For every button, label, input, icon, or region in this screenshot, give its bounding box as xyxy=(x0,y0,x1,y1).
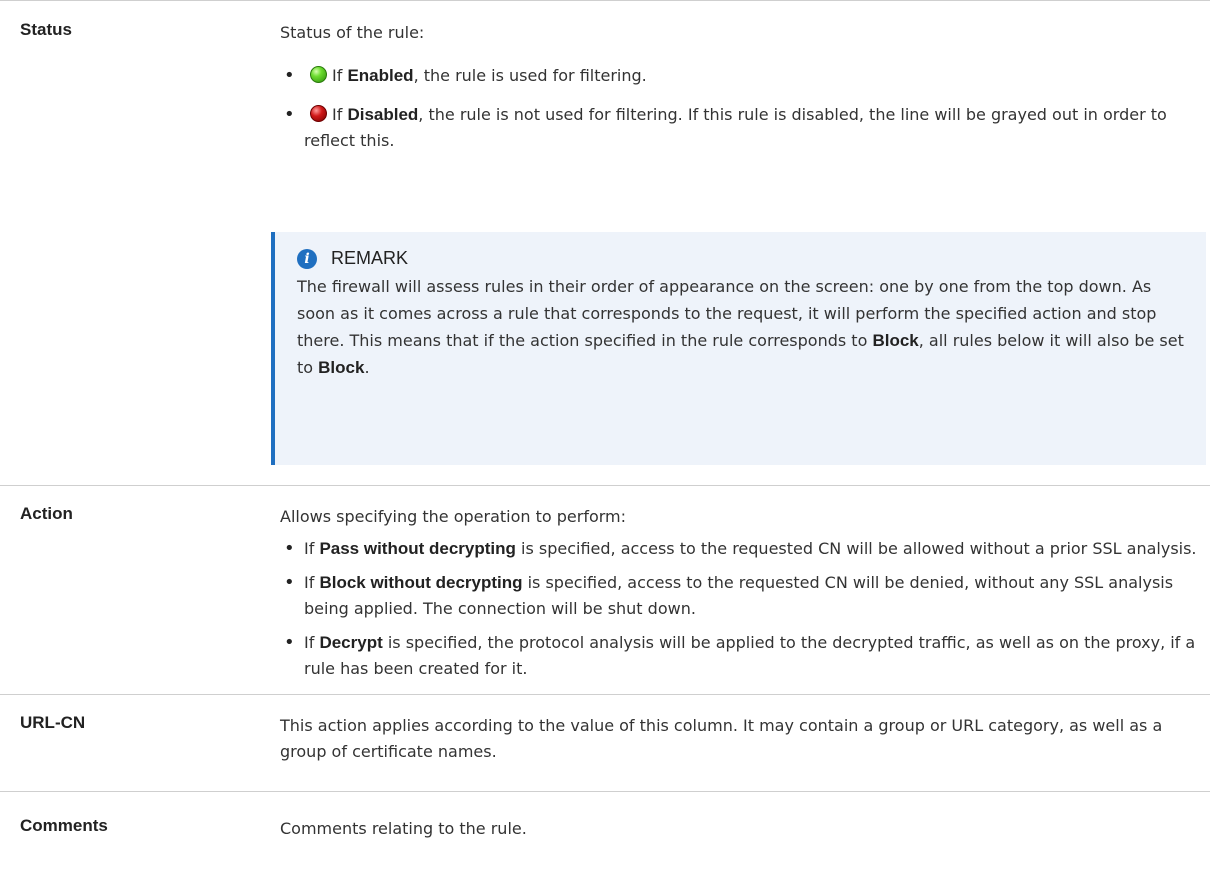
action-bullet-list: If Pass without decrypting is specified,… xyxy=(280,536,1204,682)
desc-comments: Comments relating to the rule. xyxy=(280,816,1204,842)
status-intro: Status of the rule: xyxy=(280,23,425,42)
term-action: Action xyxy=(20,504,73,523)
desc-action: Allows specifying the operation to perfo… xyxy=(280,504,1204,682)
comments-text: Comments relating to the rule. xyxy=(280,819,527,838)
action-bullet-block: If Block without decrypting is specified… xyxy=(280,570,1204,622)
remark-text: The firewall will assess rules in their … xyxy=(297,277,1184,377)
red-status-icon xyxy=(310,105,327,122)
remark-box: i REMARK The firewall will assess rules … xyxy=(271,232,1206,465)
remark-header: i REMARK xyxy=(297,248,1186,269)
row-status: Status Status of the rule: If Enabled, t… xyxy=(0,0,1210,486)
term-status: Status xyxy=(20,20,72,39)
row-url-cn: URL-CN This action applies according to … xyxy=(0,694,1210,792)
status-bullet-disabled: If Disabled, the rule is not used for fi… xyxy=(280,102,1204,154)
status-bullet-list: If Enabled, the rule is used for filteri… xyxy=(280,63,1204,154)
term-comments: Comments xyxy=(20,816,108,835)
desc-status: Status of the rule: If Enabled, the rule… xyxy=(280,20,1204,154)
action-intro: Allows specifying the operation to perfo… xyxy=(280,507,627,526)
green-status-icon xyxy=(310,66,327,83)
info-icon: i xyxy=(297,248,317,269)
url-cn-text: This action applies according to the val… xyxy=(280,716,1163,761)
action-bullet-decrypt: If Decrypt is specified, the protocol an… xyxy=(280,630,1204,682)
desc-url-cn: This action applies according to the val… xyxy=(280,713,1204,765)
term-url-cn: URL-CN xyxy=(20,713,86,732)
status-bullet-enabled: If Enabled, the rule is used for filteri… xyxy=(280,63,1204,89)
row-comments: Comments Comments relating to the rule. xyxy=(0,791,1210,870)
row-action: Action Allows specifying the operation t… xyxy=(0,485,1210,695)
remark-title: REMARK xyxy=(331,248,409,268)
action-bullet-pass: If Pass without decrypting is specified,… xyxy=(280,536,1204,562)
